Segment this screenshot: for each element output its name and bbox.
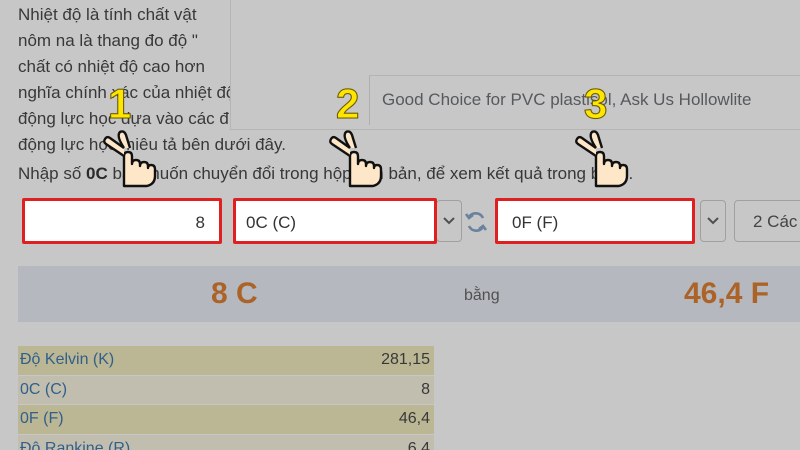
converter-page: Nhiệt độ là tính chất vật nôm na là than… xyxy=(0,0,800,450)
table-unit-link[interactable]: 0C (C) xyxy=(20,381,67,399)
step-number-3: 3 xyxy=(583,80,608,128)
table-unit-link[interactable]: 0F (F) xyxy=(20,410,64,428)
pointing-hand-icon xyxy=(329,130,383,188)
table-row: 0C (C) 8 xyxy=(18,375,434,405)
result-target-value: 46,4 F xyxy=(684,277,770,310)
pointing-hand-icon xyxy=(103,130,157,188)
ad-text: Good Choice for PVC plastisol, Ask Us Ho… xyxy=(382,90,752,109)
table-row: 0F (F) 46,4 xyxy=(18,405,434,435)
table-row: Độ Kelvin (K) 281,15 xyxy=(18,346,434,376)
result-source-value: 8 C xyxy=(211,277,258,310)
number-input-value: 8 xyxy=(195,213,205,232)
result-equals-label: bằng xyxy=(464,287,500,304)
ad-panel: Good Choice for PVC plastisol, Ask Us Ho… xyxy=(230,0,800,130)
intro-line: Nhiệt độ là tính chất vật xyxy=(18,5,197,24)
instruction-prefix: Nhập số xyxy=(18,164,87,183)
table-unit-link[interactable]: Độ Rankine (R) xyxy=(20,440,130,450)
table-row: Độ Rankine (R) 6,4 xyxy=(18,434,434,450)
result-bar: 8 C bằng 46,4 F xyxy=(18,266,800,322)
step-number-1: 1 xyxy=(107,80,132,128)
table-unit-link[interactable]: Độ Kelvin (K) xyxy=(20,351,114,369)
step-number-2: 2 xyxy=(335,80,360,128)
from-unit-select[interactable]: 0C (C) xyxy=(233,198,437,244)
table-value: 8 xyxy=(421,380,430,398)
from-unit-value: 0C (C) xyxy=(246,213,297,232)
to-unit-select[interactable]: 0F (F) xyxy=(495,198,695,244)
table-value: 6,4 xyxy=(407,439,430,450)
table-value: 281,15 xyxy=(381,351,430,368)
table-value: 46,4 xyxy=(398,410,430,427)
intro-line: nôm na là thang đo độ " xyxy=(18,31,198,50)
intro-line: chất có nhiệt độ cao hơn xyxy=(18,57,205,76)
to-unit-value: 0F (F) xyxy=(512,213,559,232)
number-input[interactable]: 8 xyxy=(22,198,222,244)
conversion-table: Độ Kelvin (K) 281,15 0C (C) 8 0F (F) 46,… xyxy=(18,346,434,450)
pointing-hand-icon xyxy=(575,130,629,188)
highlighted-controls: 8 0C (C) 0F (F) xyxy=(0,198,800,248)
